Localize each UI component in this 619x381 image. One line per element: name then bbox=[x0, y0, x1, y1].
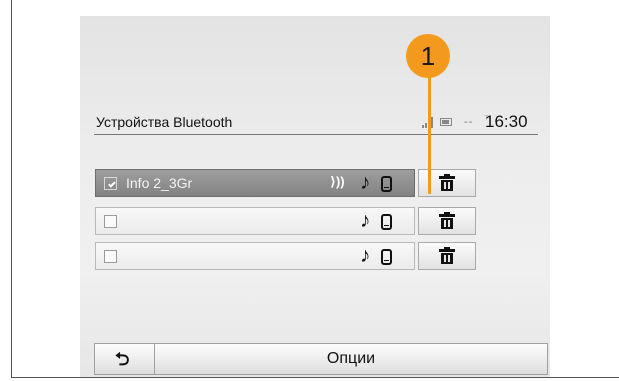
clock: 16:30 bbox=[485, 112, 528, 131]
device-name: Info 2_3Gr bbox=[126, 175, 193, 191]
back-button[interactable]: ⮌ bbox=[95, 344, 155, 374]
trash-icon bbox=[439, 247, 455, 264]
device-row-3[interactable]: ♪ bbox=[95, 242, 415, 270]
trash-icon bbox=[439, 174, 455, 191]
music-icon: ♪ bbox=[360, 244, 371, 267]
screen: Устройства Bluetooth -- ⸆ 16:30 Info 2_3… bbox=[80, 16, 550, 377]
checkmark-icon bbox=[108, 179, 116, 188]
options-button[interactable]: Опции bbox=[155, 344, 547, 374]
device-checkbox[interactable] bbox=[104, 177, 117, 190]
delete-device-button[interactable] bbox=[418, 242, 476, 270]
callout-line bbox=[428, 68, 431, 194]
device-checkbox[interactable] bbox=[104, 215, 117, 228]
delete-device-button[interactable] bbox=[418, 207, 476, 235]
header-divider bbox=[94, 134, 538, 135]
music-icon: ♪ bbox=[360, 209, 371, 232]
back-arrow-icon: ⮌ bbox=[115, 349, 130, 369]
device-checkbox[interactable] bbox=[104, 250, 117, 263]
trash-icon bbox=[439, 212, 455, 229]
network-indicator: -- bbox=[464, 116, 474, 128]
callout-badge: 1 bbox=[406, 34, 450, 78]
music-icon: ♪ bbox=[360, 171, 371, 194]
phone-icon bbox=[381, 176, 392, 192]
battery-icon bbox=[440, 118, 452, 126]
bottom-bar: ⮌ Опции bbox=[94, 343, 548, 375]
phone-icon bbox=[381, 249, 392, 265]
bluetooth-connected-icon: ⟩)) bbox=[330, 174, 345, 189]
device-row-1[interactable]: Info 2_3Gr ⟩)) ♪ bbox=[95, 169, 415, 197]
delete-device-button[interactable] bbox=[418, 169, 476, 197]
device-row-2[interactable]: ♪ bbox=[95, 207, 415, 235]
page-title: Устройства Bluetooth bbox=[96, 114, 233, 130]
phone-icon bbox=[381, 214, 392, 230]
